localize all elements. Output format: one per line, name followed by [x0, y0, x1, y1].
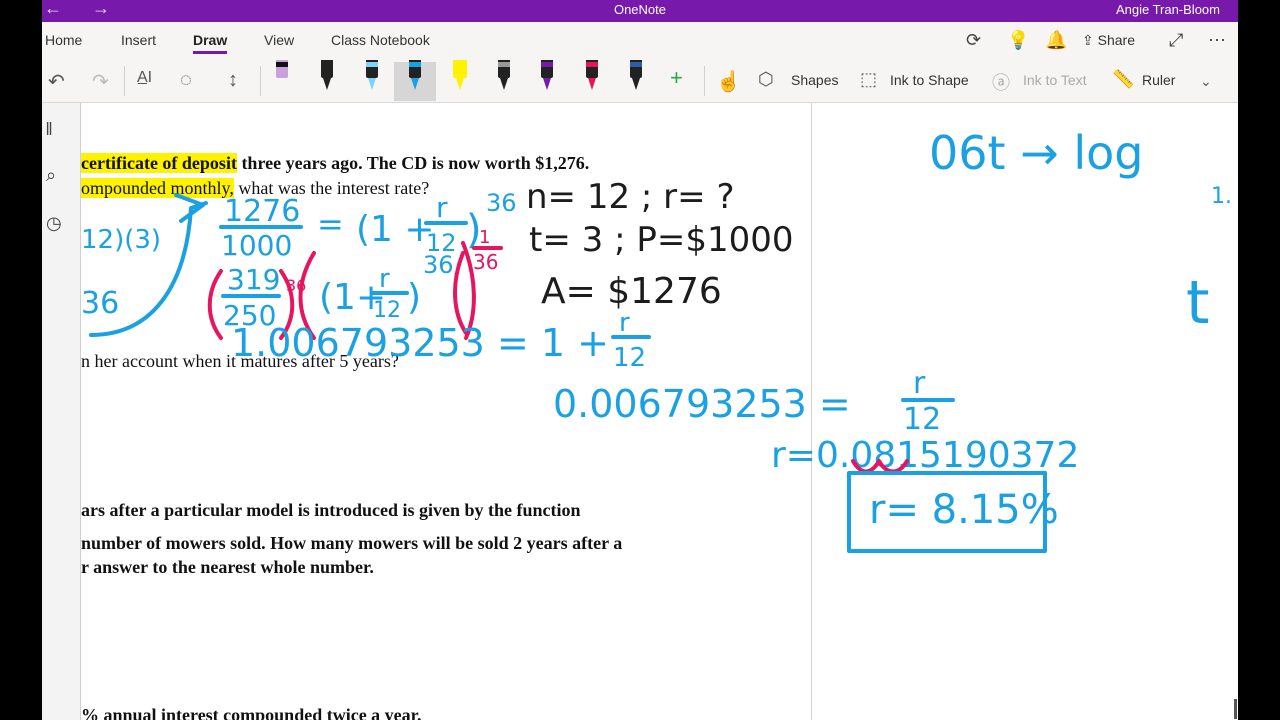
ink-layer: 12)(3) 36 1276 1000 = (1 + r 12 ) 36 1 3… — [81, 126, 1232, 553]
tab-class-notebook[interactable]: Class Notebook — [331, 32, 430, 48]
add-pen-icon[interactable]: + — [670, 65, 683, 91]
notebooks-icon[interactable]: 𝍪 — [46, 117, 52, 147]
ink-inv-num: 1 — [479, 227, 490, 248]
ribbon-separator — [704, 66, 705, 96]
ink-r-2: r — [379, 264, 390, 294]
ink-inv-den: 36 — [473, 250, 498, 274]
ink-to-shape-icon[interactable]: ⬚ — [860, 69, 877, 90]
touch-draw-icon[interactable]: ☝ — [716, 69, 741, 94]
ink-one-plus: (1 + — [356, 209, 435, 250]
ink-given-a: A= $1276 — [541, 271, 722, 312]
ink-to-text-icon[interactable]: ⓐ — [992, 69, 1010, 95]
lightbulb-icon[interactable]: 💡 — [1007, 30, 1029, 51]
ruler-icon[interactable]: 📏 — [1112, 69, 1134, 90]
share-button[interactable]: ⇪ Share — [1082, 32, 1135, 49]
ink-right-sub: 1. — [1211, 184, 1232, 209]
app-title: OneNote — [613, 2, 667, 17]
onenote-window: ← → OneNote Angie Tran-Bloom Home Insert… — [42, 0, 1238, 720]
ink-given-t: t= 3 ; P=$1000 — [529, 220, 793, 260]
title-bar: ← → OneNote Angie Tran-Bloom — [42, 0, 1238, 22]
ink-left-36: 36 — [81, 286, 119, 321]
scrollbar[interactable] — [1234, 699, 1237, 719]
pen-red-icon[interactable] — [582, 60, 602, 92]
pen-purple-icon[interactable] — [537, 60, 557, 92]
ink-to-shape-button[interactable]: Ink to Shape — [890, 72, 969, 88]
menu-bar: Home Insert Draw View Class Notebook ⟳ 💡… — [42, 22, 1238, 60]
user-name[interactable]: Angie Tran-Bloom — [1116, 2, 1220, 17]
undo-icon[interactable]: ↶ — [48, 69, 65, 94]
ink-r-3: r — [619, 308, 630, 338]
more-options-icon[interactable]: ⋯ — [1208, 30, 1226, 51]
draw-ribbon: ↶ ↷ A̲I ◌ ↕ + ☝ ⬡ Shapes ⬚ Ink to Shape … — [42, 60, 1238, 103]
pen-light-blue-icon[interactable] — [362, 60, 382, 92]
note-page[interactable]: certificate of deposit three years ago. … — [81, 103, 1238, 720]
ink-r-value: r=0.0815190372 — [771, 435, 1079, 476]
ink-line3: 1.006793253 = 1 + — [231, 321, 609, 365]
search-icon[interactable]: ⌕ — [46, 165, 56, 186]
ink-given-n: n= 12 ; r= ? — [526, 177, 735, 217]
ink-to-text-button[interactable]: Ink to Text — [1023, 72, 1087, 88]
ink-left-expr: 12)(3) — [81, 225, 161, 255]
ink-right-top: 06t → log — [929, 126, 1143, 180]
ink-right-t: t — [1186, 268, 1210, 338]
ink-exp-36-2: 36 — [423, 251, 454, 279]
pen-black-icon[interactable] — [317, 60, 337, 92]
lasso-select-icon[interactable]: ◌ — [180, 69, 192, 92]
ink-12-2: 12 — [373, 298, 401, 323]
ink-1000: 1000 — [221, 229, 292, 262]
shapes-button[interactable]: Shapes — [791, 72, 838, 88]
ruler-button[interactable]: Ruler — [1142, 72, 1175, 88]
ribbon-separator — [124, 66, 125, 96]
ink-1276: 1276 — [224, 194, 300, 229]
select-text-icon[interactable]: A̲I — [137, 69, 152, 87]
ink-r-4: r — [913, 366, 926, 401]
redo-icon[interactable]: ↷ — [92, 69, 109, 94]
highlighter-yellow-icon[interactable] — [450, 60, 470, 92]
tab-insert[interactable]: Insert — [121, 32, 156, 48]
ink-exp-36: 36 — [486, 189, 517, 217]
ink-answer: r= 8.15% — [869, 487, 1059, 533]
ink-close-paren-2: ) — [407, 277, 421, 318]
shapes-icon[interactable]: ⬡ — [758, 69, 774, 90]
pen-grey-icon[interactable] — [494, 60, 514, 92]
bell-icon[interactable]: 🔔 — [1045, 30, 1067, 51]
ink-equals: = — [317, 205, 344, 243]
ink-line4: 0.006793253 = — [553, 382, 851, 426]
left-navigation: 𝍪 ⌕ ◷ — [42, 103, 81, 720]
pen-blue-selected-icon[interactable] — [405, 60, 425, 92]
tab-view[interactable]: View — [264, 32, 294, 48]
chevron-down-icon[interactable]: ⌄ — [1200, 73, 1212, 90]
ribbon-separator — [260, 66, 261, 96]
ink-pink-paren-left — [207, 269, 223, 340]
sync-icon[interactable]: ⟳ — [966, 30, 981, 51]
ink-12-3: 12 — [613, 343, 646, 373]
pen-galaxy-icon[interactable] — [626, 60, 646, 92]
expand-icon[interactable]: ⤢ — [1169, 30, 1183, 51]
pen-purple-eraser-icon[interactable] — [272, 60, 292, 92]
tab-home[interactable]: Home — [45, 32, 82, 48]
share-label: Share — [1097, 32, 1135, 48]
share-icon: ⇪ — [1082, 32, 1098, 48]
ink-12-4: 12 — [903, 402, 941, 437]
ink-r: r — [436, 191, 448, 224]
tab-draw[interactable]: Draw — [193, 32, 228, 54]
add-space-icon[interactable]: ↕ — [228, 69, 238, 92]
ink-319: 319 — [227, 263, 280, 296]
recent-clock-icon[interactable]: ◷ — [46, 213, 62, 234]
